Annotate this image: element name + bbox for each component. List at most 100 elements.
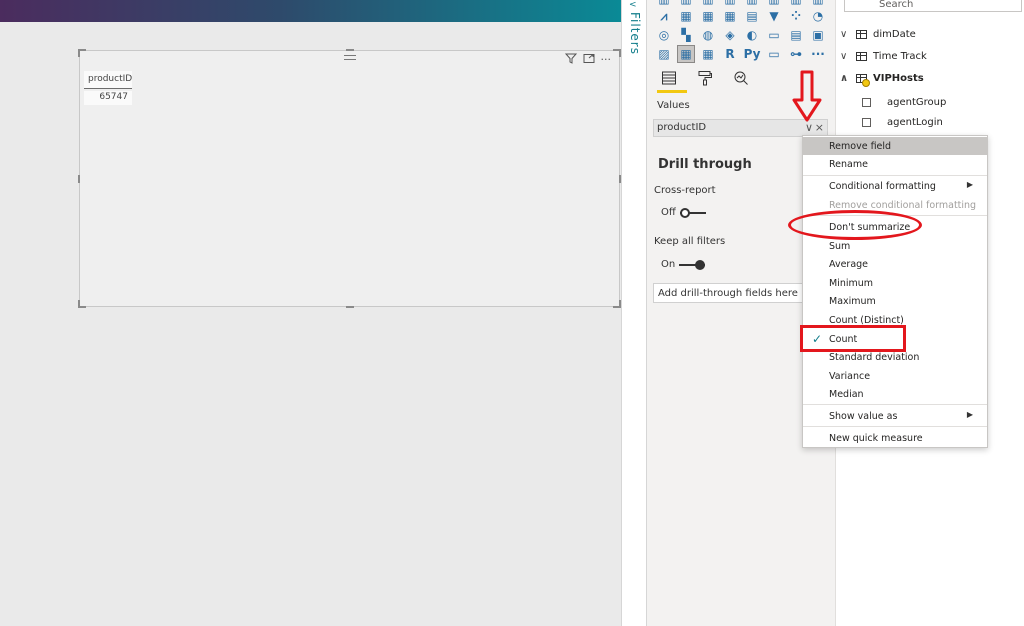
menu-item-conditional-formatting[interactable]: Conditional formatting ▶ xyxy=(803,177,987,195)
column-name: agentLogin xyxy=(887,117,943,128)
stacked-area-icon[interactable]: ▦ xyxy=(677,7,695,25)
viz-icons-row-3: ▨ ▦ ▦ R Py ▭ ⊶ ··· xyxy=(655,45,827,63)
field-table-dimdate[interactable]: ∨ dimDate xyxy=(840,29,916,40)
drag-grip-icon[interactable] xyxy=(343,55,356,60)
shape-map-icon[interactable]: ◐ xyxy=(743,26,761,44)
field-table-viphosts[interactable]: ∧ VIPHosts xyxy=(840,73,924,84)
report-canvas[interactable]: ··· productID 65747 xyxy=(0,0,621,626)
cross-report-state: Off xyxy=(661,207,676,218)
treemap-icon[interactable]: ▚ xyxy=(677,26,695,44)
area-chart-icon[interactable]: ⩘ xyxy=(655,7,673,25)
keep-all-filters-label: Keep all filters xyxy=(654,236,726,247)
field-column-agentgroup[interactable]: agentGroup xyxy=(862,97,946,108)
more-visuals-icon[interactable]: ··· xyxy=(809,45,827,63)
resize-handle-top-right[interactable] xyxy=(613,49,621,57)
column-name: agentGroup xyxy=(887,97,947,108)
filter-icon[interactable] xyxy=(564,53,577,67)
filters-pane[interactable]: < Filters xyxy=(621,0,647,626)
table-column-header[interactable]: productID xyxy=(84,71,132,89)
resize-handle-top[interactable] xyxy=(346,49,354,51)
cross-report-toggle[interactable]: Off xyxy=(661,207,706,218)
keep-all-filters-toggle[interactable]: On xyxy=(661,259,706,270)
menu-item-label: Conditional formatting xyxy=(829,181,936,192)
field-column-agentlogin[interactable]: agentLogin xyxy=(862,117,943,128)
menu-item-new-quick-measure[interactable]: New quick measure xyxy=(803,429,987,447)
menu-item-remove-field[interactable]: Remove field xyxy=(803,137,987,155)
menu-item-minimum[interactable]: Minimum xyxy=(803,274,987,292)
menu-separator xyxy=(803,426,987,427)
r-visual-icon[interactable]: R xyxy=(721,45,739,63)
resize-handle-bottom[interactable] xyxy=(346,306,354,308)
menu-item-average[interactable]: Average xyxy=(803,255,987,273)
field-context-menu: Remove field Rename Conditional formatti… xyxy=(802,135,988,448)
decomposition-tree-icon[interactable]: ⊶ xyxy=(787,45,805,63)
annotation-arrow-icon xyxy=(792,70,822,122)
donut-icon[interactable]: ◎ xyxy=(655,26,673,44)
toggle-switch-icon[interactable] xyxy=(679,259,706,270)
field-table-time-track[interactable]: ∨ Time Track xyxy=(840,51,927,62)
map-icon[interactable]: ◍ xyxy=(699,26,717,44)
viz-pane-tabs xyxy=(659,68,751,88)
search-input[interactable]: Search xyxy=(844,0,1022,12)
menu-item-label: Show value as xyxy=(829,411,898,422)
submenu-arrow-icon: ▶ xyxy=(966,180,973,189)
chevron-down-icon[interactable]: ∨ xyxy=(840,51,850,62)
active-tab-indicator xyxy=(657,90,687,93)
menu-item-rename[interactable]: Rename xyxy=(803,155,987,173)
line-column-icon[interactable]: ▦ xyxy=(699,7,717,25)
table-visual[interactable]: ··· productID 65747 xyxy=(78,49,621,308)
menu-item-variance[interactable]: Variance xyxy=(803,367,987,385)
keep-filters-state: On xyxy=(661,259,676,270)
filters-label[interactable]: Filters xyxy=(628,12,642,55)
analytics-icon[interactable] xyxy=(731,68,751,88)
funnel-icon[interactable]: ▼ xyxy=(765,7,783,25)
matrix-icon[interactable]: ▦ xyxy=(699,45,717,63)
field-checkbox[interactable] xyxy=(862,98,871,107)
filled-map-icon[interactable]: ◈ xyxy=(721,26,739,44)
kpi-icon[interactable]: ▨ xyxy=(655,45,673,63)
chevron-down-icon[interactable]: ∨ xyxy=(805,121,813,134)
menu-item-median[interactable]: Median xyxy=(803,385,987,403)
annotation-rectangle xyxy=(800,325,906,352)
python-visual-icon[interactable]: Py xyxy=(743,45,761,63)
gauge-icon[interactable]: ▭ xyxy=(765,26,783,44)
scatter-icon[interactable]: ⁘ xyxy=(787,7,805,25)
header-banner xyxy=(0,0,621,22)
drill-through-dropzone[interactable]: Add drill-through fields here xyxy=(653,283,806,303)
resize-handle-left[interactable] xyxy=(78,175,80,183)
expand-arrow-icon[interactable]: < xyxy=(629,0,637,10)
more-options-icon[interactable]: ··· xyxy=(601,53,612,67)
table-name: Time Track xyxy=(873,51,927,62)
card-icon[interactable]: ▤ xyxy=(787,26,805,44)
menu-separator xyxy=(803,175,987,176)
focus-mode-icon[interactable] xyxy=(583,53,595,67)
check-badge-icon xyxy=(862,79,870,87)
menu-item-maximum[interactable]: Maximum xyxy=(803,292,987,310)
viz-icons-row-1: ⩘ ▦ ▦ ▦ ▤ ▼ ⁘ ◔ xyxy=(655,7,827,25)
resize-handle-bottom-left[interactable] xyxy=(78,300,86,308)
pie-icon[interactable]: ◔ xyxy=(809,7,827,25)
chevron-down-icon[interactable]: ∨ xyxy=(840,29,850,40)
resize-handle-bottom-right[interactable] xyxy=(613,300,621,308)
format-roller-icon[interactable] xyxy=(695,68,715,88)
menu-item-show-value-as[interactable]: Show value as ▶ xyxy=(803,407,987,425)
key-influencers-icon[interactable]: ▭ xyxy=(765,45,783,63)
table-icon[interactable]: ▦ xyxy=(677,45,695,63)
table-cell: 65747 xyxy=(84,91,132,105)
fields-tab-icon[interactable] xyxy=(659,68,679,88)
field-pill-label: productID xyxy=(657,122,707,133)
close-icon[interactable]: × xyxy=(815,121,824,134)
ribbon-icon[interactable]: ▦ xyxy=(721,7,739,25)
toggle-switch-icon[interactable] xyxy=(679,207,706,218)
multi-row-card-icon[interactable]: ▣ xyxy=(809,26,827,44)
resize-handle-top-left[interactable] xyxy=(78,49,86,57)
waterfall-icon[interactable]: ▤ xyxy=(743,7,761,25)
menu-item-sum[interactable]: Sum xyxy=(803,237,987,255)
menu-separator xyxy=(803,404,987,405)
table-name: dimDate xyxy=(873,29,916,40)
table-icon xyxy=(856,30,867,39)
annotation-ellipse xyxy=(788,210,922,240)
chevron-up-icon[interactable]: ∧ xyxy=(840,73,850,84)
table-name: VIPHosts xyxy=(873,73,924,84)
field-checkbox[interactable] xyxy=(862,118,871,127)
